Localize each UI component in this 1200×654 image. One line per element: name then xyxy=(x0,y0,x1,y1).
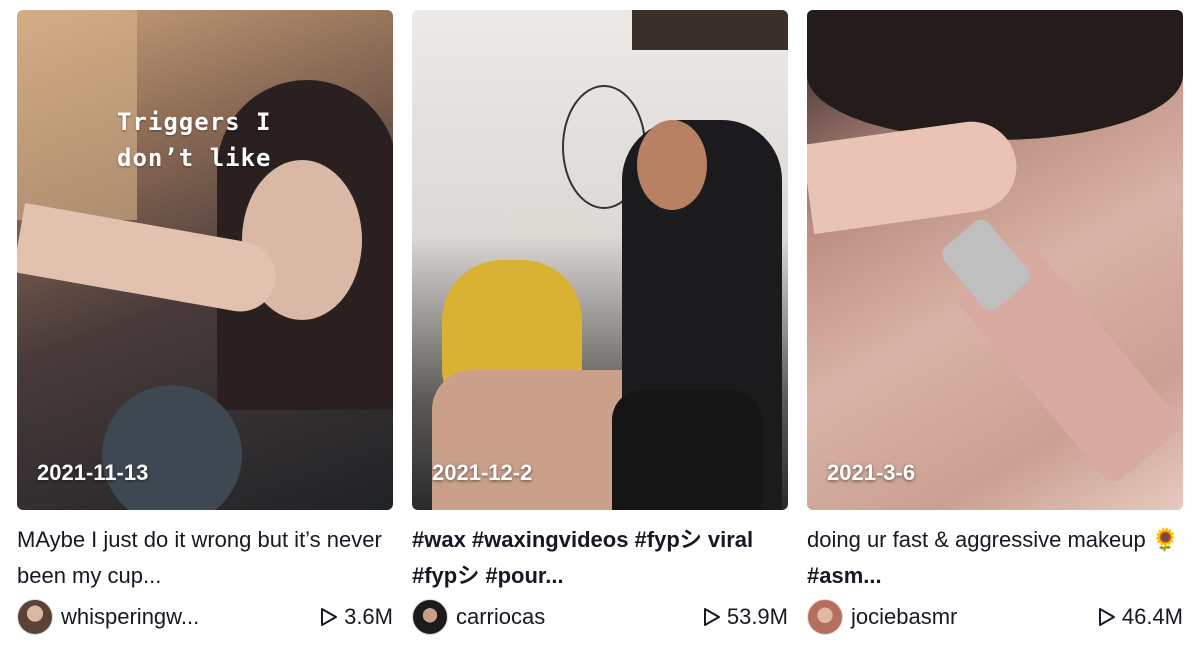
chair-shape xyxy=(612,390,762,510)
views-label: 3.6M xyxy=(344,604,393,629)
caption-tag[interactable]: #asm... xyxy=(807,563,882,588)
username[interactable]: whisperingw... xyxy=(61,604,199,630)
play-icon xyxy=(703,608,720,626)
caption-text[interactable]: doing ur fast & aggressive makeup xyxy=(807,527,1152,552)
video-date: 2021-3-6 xyxy=(827,460,916,485)
ceiling-shape xyxy=(632,10,788,50)
avatar[interactable] xyxy=(807,599,843,635)
video-thumbnail[interactable]: 2021-3-6 xyxy=(807,10,1183,510)
video-caption[interactable]: MAybe I just do it wrong but it’s never … xyxy=(17,522,393,594)
video-date: 2021-12-2 xyxy=(432,460,533,485)
video-meta: whisperingw... 3.6M xyxy=(17,598,393,636)
video-thumbnail[interactable]: Triggers I don’t like 2021-11-13 xyxy=(17,10,393,510)
overlay-text: Triggers I don’t like xyxy=(117,108,272,172)
play-icon xyxy=(321,608,338,626)
video-caption[interactable]: #wax #waxingvideos #fypシ viral #fypシ #po… xyxy=(412,522,788,594)
username[interactable]: carriocas xyxy=(456,604,545,630)
creator-link[interactable]: jociebasmr xyxy=(807,599,957,635)
views-label: 46.4M xyxy=(1121,604,1183,629)
views-label: 53.9M xyxy=(726,604,788,629)
creator-link[interactable]: carriocas xyxy=(412,599,545,635)
video-date: 2021-11-13 xyxy=(37,460,149,485)
play-icon xyxy=(1098,608,1115,626)
hair-shape xyxy=(807,10,1183,140)
video-card[interactable]: Triggers I don’t like 2021-11-13 MAybe I… xyxy=(17,10,393,636)
video-caption[interactable]: doing ur fast & aggressive makeup 🌻 #asm… xyxy=(807,522,1183,594)
avatar[interactable] xyxy=(412,599,448,635)
face-shape xyxy=(637,120,707,210)
video-grid: Triggers I don’t like 2021-11-13 MAybe I… xyxy=(0,0,1200,654)
view-count: 3.6M xyxy=(320,604,393,630)
video-meta: jociebasmr 46.4M xyxy=(807,598,1183,636)
username[interactable]: jociebasmr xyxy=(851,604,957,630)
view-count: 46.4M xyxy=(1098,604,1183,630)
avatar[interactable] xyxy=(17,599,53,635)
video-card[interactable]: 2021-3-6 doing ur fast & aggressive make… xyxy=(807,10,1183,636)
video-thumbnail[interactable]: 2021-12-2 xyxy=(412,10,788,510)
video-card[interactable]: 2021-12-2 #wax #waxingvideos #fypシ viral… xyxy=(412,10,788,636)
hand-shape xyxy=(807,115,1023,235)
caption-text[interactable]: #wax #waxingvideos #fypシ viral #fypシ #po… xyxy=(412,527,753,588)
creator-link[interactable]: whisperingw... xyxy=(17,599,199,635)
view-count: 53.9M xyxy=(703,604,788,630)
sunflower-icon: 🌻 xyxy=(1151,527,1180,552)
video-meta: carriocas 53.9M xyxy=(412,598,788,636)
